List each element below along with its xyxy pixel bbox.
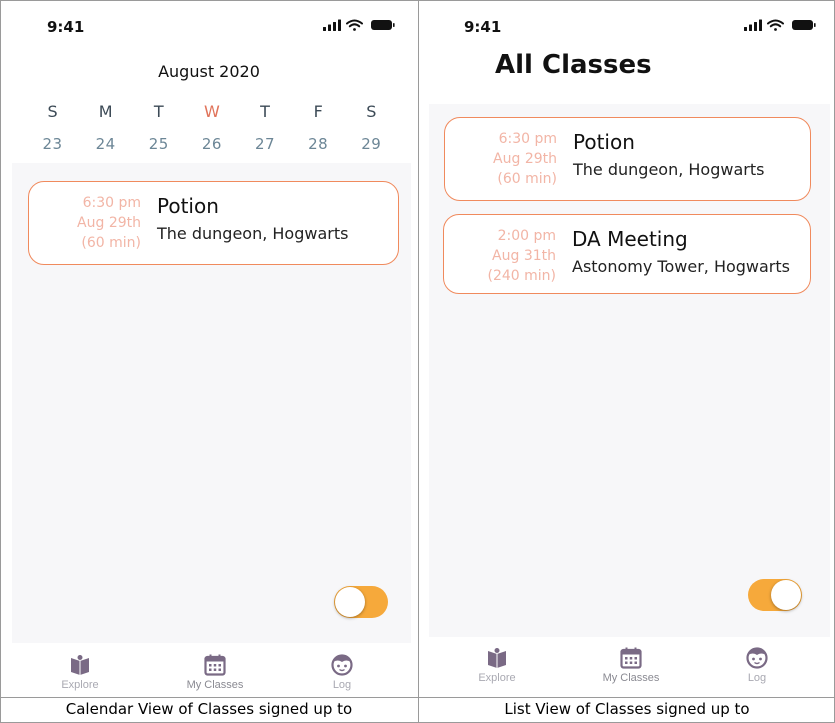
list-view-screen: 9:41 All Classes 6:30 pm Aug 29th (60 mi… [419,0,835,697]
signal-icon [744,19,762,31]
class-card[interactable]: 2:00 pm Aug 31th (240 min) DA Meeting As… [443,214,811,294]
class-time: 2:00 pm [497,228,556,244]
weekday-tue: T [153,102,164,121]
class-duration: (60 min) [497,171,557,187]
date-23[interactable]: 23 [26,135,79,153]
date-27[interactable]: 27 [239,135,292,153]
class-location: Astonomy Tower, Hogwarts [572,257,790,276]
calendar-icon [620,647,642,669]
tab-label-my-classes: My Classes [186,679,244,691]
class-time: 6:30 pm [498,131,557,147]
date-row: 23 24 25 26 27 28 29 [26,135,398,153]
status-icons [744,18,816,32]
class-title: Potion [157,194,219,218]
wifi-icon [346,19,363,31]
face-icon [746,647,768,669]
caption-divider [0,697,835,698]
face-icon [331,654,353,676]
view-toggle-switch[interactable] [748,579,802,611]
calendar-icon [204,654,226,676]
weekday-thu: T [260,102,270,121]
class-time: 6:30 pm [82,195,141,211]
class-card[interactable]: 6:30 pm Aug 29th (60 min) Potion The dun… [444,117,811,201]
class-time-block: 2:00 pm Aug 31th (240 min) [444,226,557,286]
tab-explore[interactable]: Explore [452,647,542,684]
class-title: DA Meeting [572,227,688,251]
weekday-mon: M [98,102,113,121]
tab-label-explore: Explore [61,679,99,691]
weekday-sat: S [366,102,377,121]
status-time: 9:41 [464,18,502,36]
class-date: Aug 29th [77,215,141,231]
date-25[interactable]: 25 [132,135,185,153]
weekday-sun: S [47,102,58,121]
tab-my-classes[interactable]: My Classes [170,654,260,691]
book-icon [488,648,506,668]
weekday-wed-active: W [204,102,220,121]
date-26[interactable]: 26 [185,135,238,153]
tab-my-classes[interactable]: My Classes [586,647,676,684]
class-duration: (240 min) [487,268,557,284]
date-28[interactable]: 28 [292,135,345,153]
class-location: The dungeon, Hogwarts [573,160,765,179]
class-time-block: 6:30 pm Aug 29th (60 min) [29,193,141,253]
month-title: August 2020 [158,62,260,81]
class-list-area: 6:30 pm Aug 29th (60 min) Potion The dun… [429,104,830,637]
signal-icon [323,19,341,31]
caption-calendar-view: Calendar View of Classes signed up to [65,700,353,718]
class-location: The dungeon, Hogwarts [157,224,349,243]
weekday-row: S M T W T F S [26,102,398,121]
class-list-area: 6:30 pm Aug 29th (60 min) Potion The dun… [12,163,411,643]
toggle-knob [335,587,365,617]
class-time-block: 6:30 pm Aug 29th (60 min) [445,129,557,189]
class-date: Aug 31th [492,248,556,264]
tab-label-my-classes: My Classes [602,672,660,684]
tab-log[interactable]: Log [712,647,802,684]
class-duration: (60 min) [81,235,141,251]
status-icons [323,18,395,32]
tab-label-explore: Explore [478,672,516,684]
tab-label-log: Log [747,672,767,684]
class-date: Aug 29th [493,151,557,167]
tab-explore[interactable]: Explore [35,654,125,691]
date-29[interactable]: 29 [345,135,398,153]
weekday-fri: F [313,102,323,121]
battery-icon [792,20,816,30]
class-title: Potion [573,130,635,154]
caption-list-view: List View of Classes signed up to [504,700,750,718]
book-icon [71,655,89,675]
tab-label-log: Log [332,679,352,691]
page-title: All Classes [495,50,652,80]
battery-icon [371,20,395,30]
wifi-icon [767,19,784,31]
view-toggle-switch[interactable] [334,586,388,618]
tab-log[interactable]: Log [297,654,387,691]
calendar-view-screen: 9:41 August 2020 S M T W T F S 23 24 25 … [0,0,418,697]
status-time: 9:41 [47,18,85,36]
class-card[interactable]: 6:30 pm Aug 29th (60 min) Potion The dun… [28,181,399,265]
date-24[interactable]: 24 [79,135,132,153]
toggle-knob [771,580,801,610]
